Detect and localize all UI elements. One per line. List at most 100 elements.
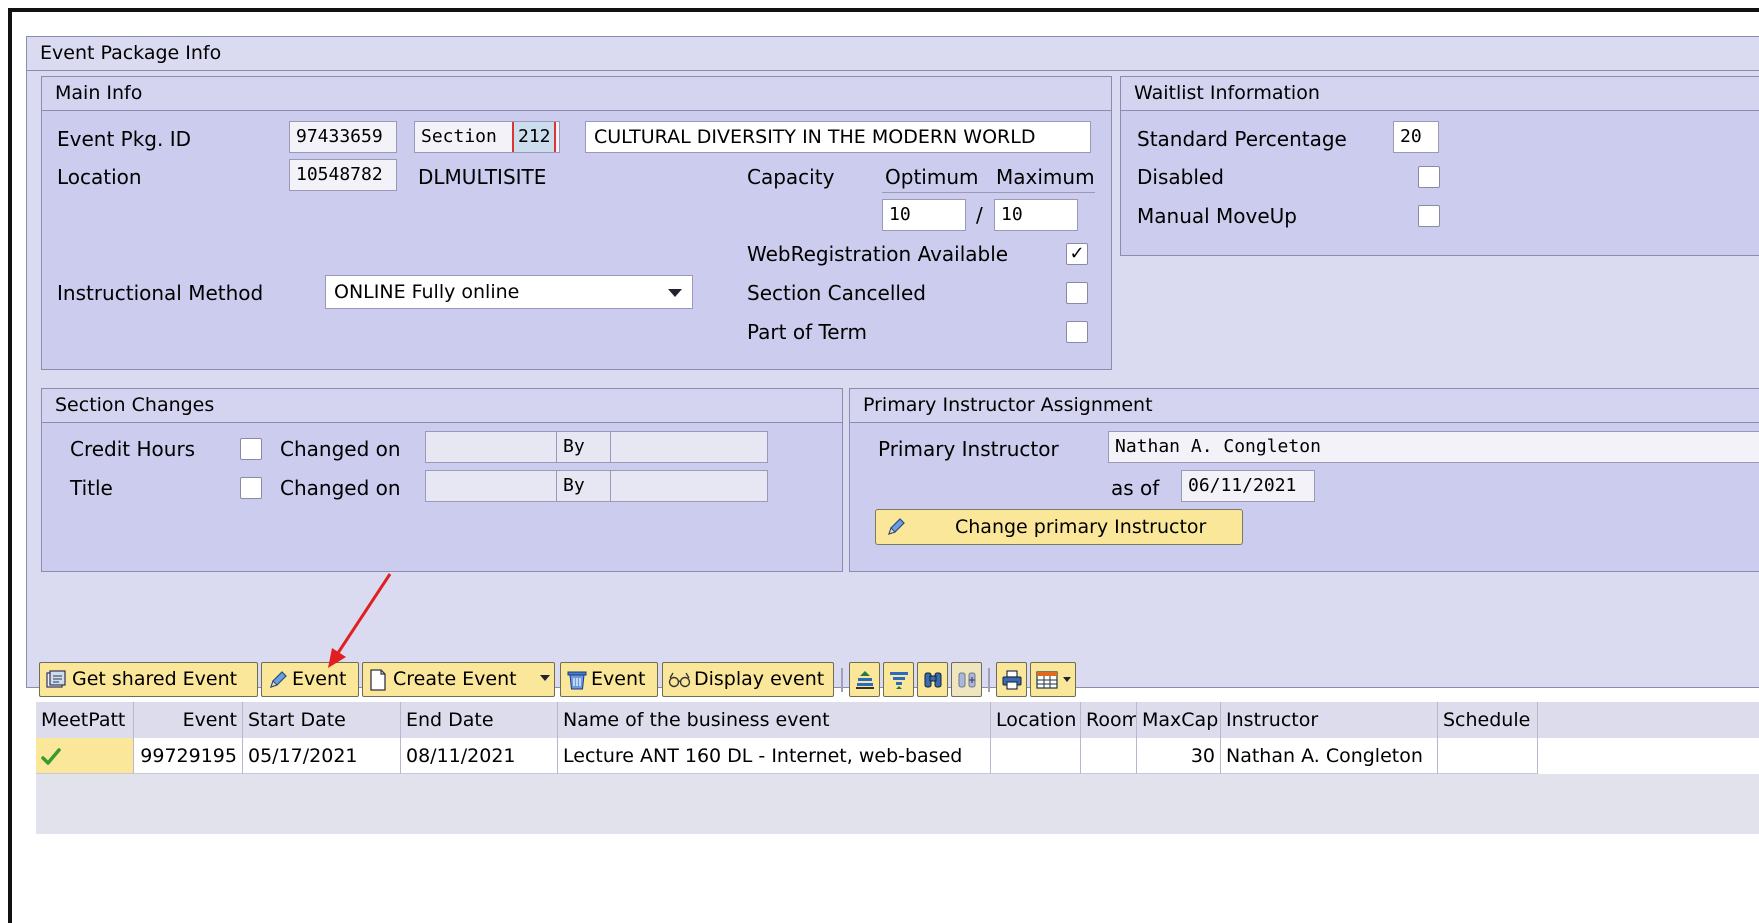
credit-hours-by-label: By xyxy=(556,431,611,463)
edit-event-label: Event xyxy=(292,668,347,690)
as-of-field[interactable]: 06/11/2021 xyxy=(1181,470,1315,502)
green-check-icon xyxy=(41,747,61,765)
display-event-button[interactable]: Display event xyxy=(662,662,834,697)
work-area: Event Package Info Main Info Event Pkg. … xyxy=(12,12,1759,923)
get-shared-event-button[interactable]: Get shared Event xyxy=(39,662,258,697)
primary-instructor-field[interactable]: Nathan A. Congleton xyxy=(1108,431,1759,463)
instructor-cell[interactable]: Nathan A. Congleton xyxy=(1221,738,1438,774)
change-primary-instructor-label: Change primary Instructor xyxy=(955,516,1207,538)
binoculars-next-icon xyxy=(958,672,976,688)
location-id-field[interactable]: 10548782 xyxy=(289,159,397,191)
location-cell[interactable] xyxy=(991,738,1081,774)
event-name-cell[interactable]: Lecture ANT 160 DL - Internet, web-based xyxy=(558,738,991,774)
schedule-cell[interactable] xyxy=(1438,738,1538,774)
glasses-icon xyxy=(668,672,691,688)
end-date-cell[interactable]: 08/11/2021 xyxy=(401,738,558,774)
event-pkg-id-field[interactable]: 97433659 xyxy=(289,121,397,153)
column-header[interactable]: Name of the business event xyxy=(558,702,991,738)
main-info-title: Main Info xyxy=(42,77,1111,111)
location-name: DLMULTISITE xyxy=(418,165,547,189)
title-by-label: By xyxy=(556,470,611,502)
event-package-info-title: Event Package Info xyxy=(27,37,1759,71)
dropdown-arrow-icon[interactable] xyxy=(668,289,682,297)
find-button[interactable] xyxy=(917,662,948,697)
section-label: Section xyxy=(421,126,497,147)
column-header[interactable]: Event xyxy=(134,702,243,738)
web-registration-label: WebRegistration Available xyxy=(747,242,1009,266)
event-pkg-id-label: Event Pkg. ID xyxy=(57,127,192,151)
optimum-field[interactable]: 10 xyxy=(882,199,966,231)
print-button[interactable] xyxy=(996,662,1027,697)
filter-button[interactable] xyxy=(883,662,914,697)
primary-instructor-group: Primary Instructor Assignment Primary In… xyxy=(849,388,1759,572)
maximum-label: Maximum xyxy=(996,165,1095,189)
column-header[interactable]: Room xyxy=(1081,702,1137,738)
manual-moveup-label: Manual MoveUp xyxy=(1137,204,1297,228)
binoculars-icon xyxy=(924,672,942,688)
section-field[interactable]: Section 212 xyxy=(414,121,560,153)
column-header[interactable]: Schedule xyxy=(1438,702,1538,738)
column-header[interactable]: MaxCap xyxy=(1137,702,1221,738)
trash-icon xyxy=(567,671,587,690)
event-cell[interactable]: 99729195 xyxy=(134,738,243,774)
part-of-term-label: Part of Term xyxy=(747,320,867,344)
section-changes-title: Section Changes xyxy=(42,389,842,423)
checkmark-icon: ✓ xyxy=(1069,243,1085,264)
room-cell[interactable] xyxy=(1081,738,1137,774)
part-of-term-checkbox[interactable] xyxy=(1066,321,1088,343)
instructional-method-select[interactable]: ONLINE Fully online xyxy=(325,275,693,309)
location-label: Location xyxy=(57,165,142,189)
new-document-icon xyxy=(370,669,386,691)
credit-hours-checkbox[interactable] xyxy=(240,438,262,460)
main-info-group: Main Info Event Pkg. ID 97433659 Section… xyxy=(41,76,1112,370)
toolbar-separator xyxy=(841,668,843,692)
dropdown-arrow-icon[interactable] xyxy=(1063,677,1071,682)
standard-percentage-field[interactable]: 20 xyxy=(1393,121,1439,153)
title-checkbox[interactable] xyxy=(240,477,262,499)
manual-moveup-checkbox[interactable] xyxy=(1418,205,1440,227)
primary-instructor-title: Primary Instructor Assignment xyxy=(850,389,1759,423)
window-frame: Event Package Info Main Info Event Pkg. … xyxy=(8,8,1759,923)
sort-ascending-button[interactable] xyxy=(849,662,880,697)
disabled-checkbox[interactable] xyxy=(1418,166,1440,188)
change-primary-instructor-button[interactable]: Change primary Instructor xyxy=(875,509,1243,545)
table-row[interactable]: 99729195 05/17/2021 08/11/2021 Lecture A… xyxy=(36,738,1759,774)
shared-event-icon xyxy=(46,670,66,688)
display-event-label: Display event xyxy=(694,668,825,690)
delete-event-label: Event xyxy=(591,668,646,690)
table-header-row: MeetPatt Event Start Date End Date Name … xyxy=(36,702,1759,738)
waitlist-title: Waitlist Information xyxy=(1121,77,1759,111)
toolbar-separator xyxy=(988,668,990,692)
section-value[interactable]: 212 xyxy=(512,122,556,152)
sort-ascending-icon xyxy=(856,671,874,689)
column-header[interactable]: Start Date xyxy=(243,702,401,738)
dropdown-arrow-icon[interactable] xyxy=(540,675,550,681)
credit-hours-by-field[interactable] xyxy=(610,431,768,463)
title-changed-on-field[interactable] xyxy=(425,470,557,502)
web-registration-checkbox[interactable]: ✓ xyxy=(1066,243,1088,265)
edit-event-button[interactable]: Event xyxy=(261,662,359,697)
column-header[interactable]: MeetPatt xyxy=(36,702,134,738)
filter-icon xyxy=(890,672,908,689)
waitlist-group: Waitlist Information Standard Percentage… xyxy=(1120,76,1759,256)
capacity-separator: / xyxy=(976,203,983,227)
credit-hours-label: Credit Hours xyxy=(70,437,196,461)
find-next-button[interactable] xyxy=(951,662,982,697)
maxcap-cell[interactable]: 30 xyxy=(1137,738,1221,774)
start-date-cell[interactable]: 05/17/2021 xyxy=(243,738,401,774)
create-event-button[interactable]: Create Event xyxy=(362,662,555,697)
delete-event-button[interactable]: Event xyxy=(560,662,658,697)
title-by-field[interactable] xyxy=(610,470,768,502)
section-cancelled-checkbox[interactable] xyxy=(1066,282,1088,304)
section-cancelled-label: Section Cancelled xyxy=(747,281,926,305)
credit-hours-changed-on-field[interactable] xyxy=(425,431,557,463)
event-toolbar: Get shared Event Event Create Event Even… xyxy=(26,662,1326,698)
primary-instructor-label: Primary Instructor xyxy=(878,437,1059,461)
column-header[interactable]: Location xyxy=(991,702,1081,738)
column-header[interactable]: Instructor xyxy=(1221,702,1438,738)
meetpatt-cell[interactable] xyxy=(36,738,134,774)
column-header[interactable]: End Date xyxy=(401,702,558,738)
section-title-field[interactable]: CULTURAL DIVERSITY IN THE MODERN WORLD xyxy=(585,121,1091,153)
maximum-field[interactable]: 10 xyxy=(994,199,1078,231)
layout-button[interactable] xyxy=(1030,662,1076,697)
